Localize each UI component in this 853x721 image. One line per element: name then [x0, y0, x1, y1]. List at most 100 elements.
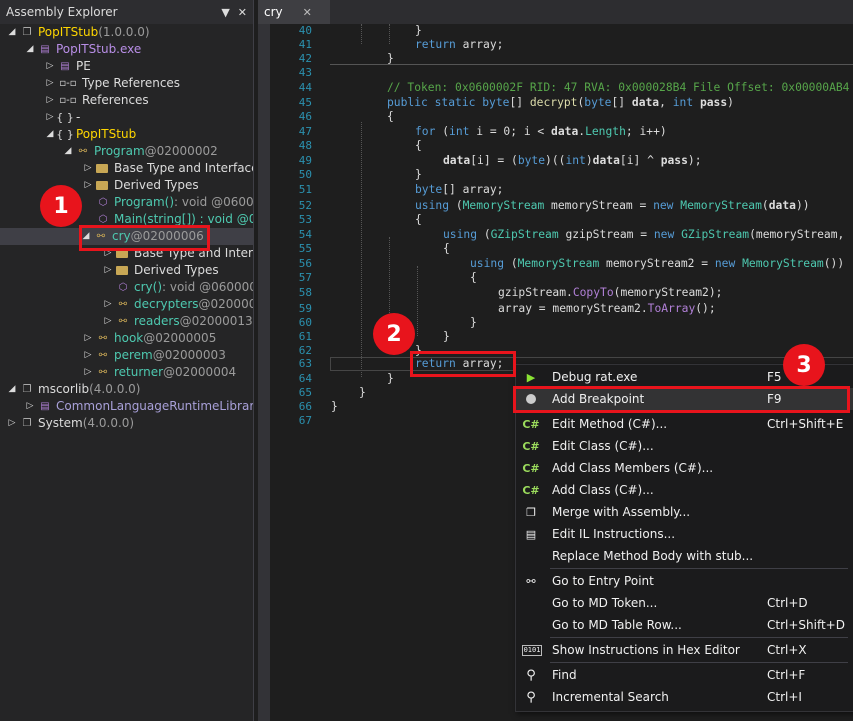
menu-item-hex-editor[interactable]: 0101 Show Instructions in Hex Editor Ctr… — [516, 639, 853, 661]
code-line-59[interactable]: array = memoryStream2.ToArray(); — [498, 302, 716, 316]
collapse-twisty-icon[interactable]: ▷ — [82, 347, 94, 364]
code-line-41[interactable]: return array; — [415, 38, 503, 52]
code-line-49[interactable]: data[i] = (byte)((int)data[i] ^ pass); — [443, 154, 702, 168]
code-line-46[interactable]: { — [387, 110, 394, 124]
code-line-61[interactable]: } — [443, 330, 450, 344]
tree-node-program-class[interactable]: ◢ ⚯ Program @02000002 — [62, 143, 253, 160]
code-line-42[interactable]: } — [387, 52, 394, 66]
collapse-twisty-icon[interactable]: ▷ — [82, 330, 94, 347]
code-line-57[interactable]: { — [470, 271, 477, 285]
tree-node-label: PopITStub.exe — [56, 42, 142, 56]
line-number: 61 — [298, 330, 312, 343]
tree-node-derived-types[interactable]: ▷ Derived Types — [102, 262, 253, 279]
tree-node-namespace-popitstub[interactable]: ◢ { } PopITStub — [44, 126, 253, 143]
menu-item-edit-method[interactable]: C# Edit Method (C#)... Ctrl+Shift+E — [516, 413, 853, 435]
code-line-64[interactable]: } — [387, 372, 394, 386]
expand-twisty-icon[interactable]: ◢ — [6, 381, 18, 398]
menu-item-merge-assembly[interactable]: ❐ Merge with Assembly... — [516, 501, 853, 523]
tree-node-version: (4.0.0.0) — [82, 416, 135, 430]
code-line-58[interactable]: gzipStream.CopyTo(memoryStream2); — [498, 286, 722, 300]
menu-item-incremental-search[interactable]: ⚲ Incremental Search Ctrl+I — [516, 686, 853, 708]
csharp-icon: C# — [522, 439, 540, 453]
close-icon[interactable]: ✕ — [238, 6, 247, 19]
code-line-65[interactable]: } — [359, 386, 366, 400]
indent-guide — [361, 122, 363, 377]
collapse-twisty-icon[interactable]: ▷ — [44, 58, 56, 75]
line-number: 57 — [298, 271, 312, 284]
code-line-53[interactable]: { — [415, 213, 422, 227]
editor-margin — [258, 24, 270, 721]
tree-node-references[interactable]: ▷ ▫-▫ References — [44, 92, 253, 109]
method-icon: ⬡ — [118, 282, 128, 293]
code-line-66[interactable]: } — [331, 400, 338, 414]
tree-node-program-ctor[interactable]: ⬡ Program() : void @060000 — [94, 194, 253, 211]
code-line-48[interactable]: { — [415, 139, 422, 153]
line-number: 56 — [298, 257, 312, 270]
collapse-twisty-icon[interactable]: ▷ — [6, 415, 18, 432]
menu-item-replace-body[interactable]: Replace Method Body with stub... — [516, 545, 853, 567]
menu-item-add-class-members[interactable]: C# Add Class Members (C#)... — [516, 457, 853, 479]
tree-node-namespace-empty[interactable]: ▷ { } - — [44, 109, 253, 126]
line-number: 54 — [298, 228, 312, 241]
menu-item-edit-il[interactable]: ▤ Edit IL Instructions... — [516, 523, 853, 545]
code-line-51[interactable]: byte[] array; — [415, 183, 503, 197]
highlight-box-add-breakpoint — [513, 386, 850, 413]
code-line-55[interactable]: { — [443, 242, 450, 256]
tree-node-clr-library[interactable]: ▷ ▤ CommonLanguageRuntimeLibrary — [24, 398, 253, 415]
code-line-44[interactable]: // Token: 0x0600002F RID: 47 RVA: 0x0000… — [387, 81, 850, 95]
collapse-twisty-icon[interactable]: ▷ — [24, 398, 36, 415]
menu-item-edit-class[interactable]: C# Edit Class (C#)... — [516, 435, 853, 457]
collapse-twisty-icon[interactable]: ▷ — [102, 262, 114, 279]
tree-node-hook[interactable]: ▷ ⚯ hook @02000005 — [82, 330, 253, 347]
collapse-twisty-icon[interactable]: ▷ — [82, 364, 94, 381]
expand-twisty-icon[interactable]: ◢ — [44, 126, 56, 143]
code-line-52[interactable]: using (MemoryStream memoryStream = new M… — [415, 199, 810, 213]
menu-item-go-entry-point[interactable]: ⚯ Go to Entry Point — [516, 570, 853, 592]
collapse-twisty-icon[interactable]: ▷ — [44, 75, 56, 92]
code-line-60[interactable]: } — [470, 316, 477, 330]
tree-node-label: decrypters — [134, 297, 199, 311]
expand-twisty-icon[interactable]: ◢ — [6, 24, 18, 41]
tree-node-decrypters[interactable]: ▷ ⚯ decrypters @0200001 — [102, 296, 253, 313]
tree-node-cry-ctor[interactable]: ⬡ cry() : void @0600000 — [114, 279, 253, 296]
tree-node-pe[interactable]: ▷ ▤ PE — [44, 58, 253, 75]
tree-node-base-types[interactable]: ▷ Base Type and Interfaces — [82, 160, 253, 177]
collapse-twisty-icon[interactable]: ▷ — [44, 109, 56, 126]
expand-twisty-icon[interactable]: ◢ — [24, 41, 36, 58]
tree-node-mscorlib[interactable]: ◢ ❐ mscorlib (4.0.0.0) — [6, 381, 253, 398]
line-number: 42 — [298, 52, 312, 65]
tree-node-returner[interactable]: ▷ ⚯ returner @02000004 — [82, 364, 253, 381]
tree-node-system[interactable]: ▷ ❐ System (4.0.0.0) — [6, 415, 253, 432]
expand-twisty-icon[interactable]: ◢ — [62, 143, 74, 160]
collapse-twisty-icon[interactable]: ▷ — [102, 313, 114, 330]
pin-dropdown-icon[interactable]: ▼ — [221, 6, 229, 19]
code-line-47[interactable]: for (int i = 0; i < data.Length; i++) — [415, 125, 667, 139]
code-line-56[interactable]: using (MemoryStream memoryStream2 = new … — [470, 257, 844, 271]
code-line-50[interactable]: } — [415, 168, 422, 182]
menu-item-find[interactable]: ⚲ Find Ctrl+F — [516, 664, 853, 686]
tree-node-popitstub-exe[interactable]: ◢ ▤ PopITStub.exe — [24, 41, 253, 58]
collapse-twisty-icon[interactable]: ▷ — [102, 296, 114, 313]
menu-separator — [550, 662, 848, 663]
tree-node-popitstub-assembly[interactable]: ◢ ❐ PopITStub (1.0.0.0) — [6, 24, 253, 41]
line-number: 58 — [298, 286, 312, 299]
tree-node-readers[interactable]: ▷ ⚯ readers @02000013 — [102, 313, 253, 330]
tree-node-label: PE — [76, 59, 91, 73]
tree-node-type-references[interactable]: ▷ ▫-▫ Type References — [44, 75, 253, 92]
collapse-twisty-icon[interactable]: ▷ — [44, 92, 56, 109]
tree-node-perem[interactable]: ▷ ⚯ perem @02000003 — [82, 347, 253, 364]
code-line-45[interactable]: public static byte[] decrypt(byte[] data… — [387, 96, 734, 110]
code-line-54[interactable]: using (GZipStream gzipStream = new GZipS… — [443, 228, 844, 242]
tab-close-icon[interactable]: ✕ — [303, 6, 312, 19]
tree-node-derived-types[interactable]: ▷ Derived Types — [82, 177, 253, 194]
csharp-icon: C# — [522, 461, 540, 475]
tree-node-label: perem — [114, 348, 153, 362]
code-line-40[interactable]: } — [415, 24, 422, 38]
collapse-twisty-icon[interactable]: ▷ — [82, 177, 94, 194]
menu-item-go-md-token[interactable]: Go to MD Token... Ctrl+D — [516, 592, 853, 614]
menu-item-go-md-table-row[interactable]: Go to MD Table Row... Ctrl+Shift+D — [516, 614, 853, 636]
collapse-twisty-icon[interactable]: ▷ — [82, 160, 94, 177]
tab-cry[interactable]: cry ✕ — [258, 0, 330, 24]
menu-item-add-class[interactable]: C# Add Class (C#)... — [516, 479, 853, 501]
indent-guide — [361, 24, 363, 44]
